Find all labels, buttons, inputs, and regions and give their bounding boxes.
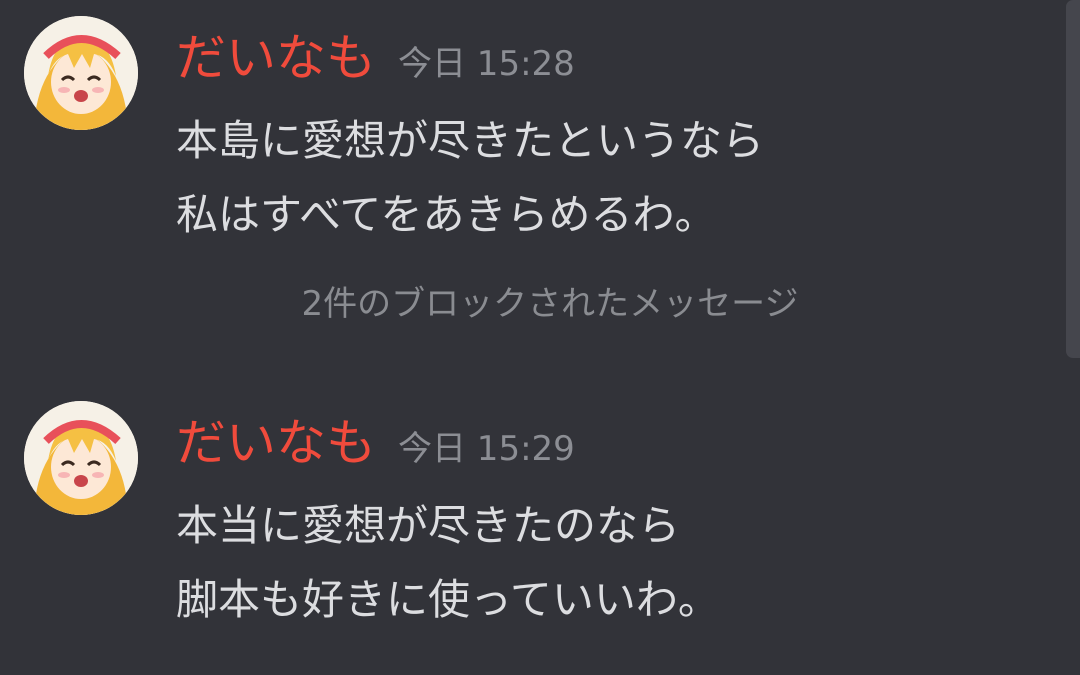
scrollbar[interactable] xyxy=(1066,0,1080,358)
anime-girl-avatar-icon xyxy=(24,16,138,130)
message-header: だいなも 今日 15:29 xyxy=(176,413,575,479)
message-line: 脚本も好きに使っていいわ。 xyxy=(176,575,720,624)
message-content: 本島に愛想が尽きたというなら 私はすべてをあきらめるわ。 xyxy=(176,104,764,252)
message[interactable]: だいなも 今日 15:29 本当に愛想が尽きたのなら 脚本も好きに使っていいわ。 xyxy=(0,395,1060,645)
avatar[interactable] xyxy=(24,16,138,130)
avatar[interactable] xyxy=(24,401,138,515)
timestamp: 今日 15:28 xyxy=(398,44,575,84)
blocked-messages-label: 2件のブロックされたメッセージ xyxy=(301,284,799,324)
blocked-messages-notice[interactable]: 2件のブロックされたメッセージ xyxy=(0,280,1080,328)
message-content: 本当に愛想が尽きたのなら 脚本も好きに使っていいわ。 xyxy=(176,489,720,637)
message-line: 本島に愛想が尽きたというなら xyxy=(176,116,765,165)
chat-log: だいなも 今日 15:28 本島に愛想が尽きたというなら 私はすべてをあきらめるわ… xyxy=(0,0,1080,675)
message-line: 本当に愛想が尽きたのなら xyxy=(176,501,681,550)
message-line: 私はすべてをあきらめるわ。 xyxy=(176,190,717,239)
author-name[interactable]: だいなも xyxy=(176,414,376,472)
anime-girl-avatar-icon xyxy=(24,401,138,515)
message-header: だいなも 今日 15:28 xyxy=(176,28,575,94)
timestamp: 今日 15:29 xyxy=(398,429,575,469)
author-name[interactable]: だいなも xyxy=(176,29,376,87)
message[interactable]: だいなも 今日 15:28 本島に愛想が尽きたというなら 私はすべてをあきらめるわ… xyxy=(0,0,1060,250)
